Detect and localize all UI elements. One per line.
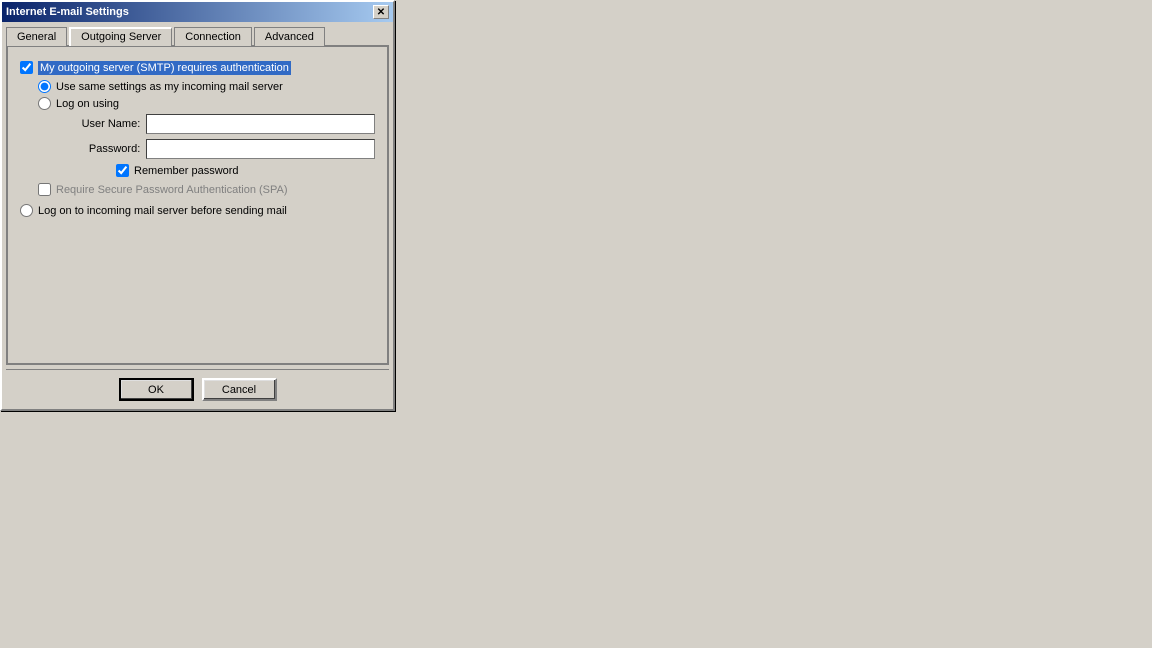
tab-advanced[interactable]: Advanced: [254, 27, 325, 46]
smtp-auth-row: My outgoing server (SMTP) requires authe…: [20, 61, 375, 74]
username-input[interactable]: [146, 114, 375, 134]
radio-group: Use same settings as my incoming mail se…: [38, 80, 375, 177]
remember-password-checkbox[interactable]: [116, 164, 129, 177]
title-bar: Internet E-mail Settings ✕: [2, 2, 393, 22]
spa-label: Require Secure Password Authentication (…: [56, 184, 288, 196]
credentials-group: User Name: Password:: [74, 114, 375, 159]
tab-outgoing-server[interactable]: Outgoing Server: [69, 27, 172, 46]
use-same-radio[interactable]: [38, 80, 51, 93]
smtp-auth-label: My outgoing server (SMTP) requires authe…: [38, 62, 291, 74]
spa-checkbox[interactable]: [38, 183, 51, 196]
dialog-window: Internet E-mail Settings ✕ General Outgo…: [0, 0, 395, 411]
smtp-auth-checkbox[interactable]: [20, 61, 33, 74]
dialog-buttons: OK Cancel: [6, 369, 389, 409]
tab-content: My outgoing server (SMTP) requires authe…: [6, 45, 389, 365]
spa-row: Require Secure Password Authentication (…: [38, 183, 375, 196]
logon-incoming-row: Log on to incoming mail server before se…: [20, 204, 375, 217]
password-label: Password:: [74, 143, 140, 155]
cancel-button[interactable]: Cancel: [202, 378, 277, 401]
logon-incoming-radio[interactable]: [20, 204, 33, 217]
use-same-settings-row: Use same settings as my incoming mail se…: [38, 80, 375, 93]
tab-connection[interactable]: Connection: [174, 27, 252, 46]
password-input[interactable]: [146, 139, 375, 159]
outgoing-server-content: My outgoing server (SMTP) requires authe…: [18, 57, 377, 221]
remember-password-row: Remember password: [116, 164, 375, 177]
tab-general[interactable]: General: [6, 27, 67, 46]
username-row: User Name:: [74, 114, 375, 134]
logon-incoming-label: Log on to incoming mail server before se…: [38, 205, 287, 217]
close-button[interactable]: ✕: [373, 5, 389, 19]
remember-password-label: Remember password: [134, 165, 239, 177]
log-on-label: Log on using: [56, 98, 119, 110]
log-on-row: Log on using: [38, 97, 375, 110]
window-title: Internet E-mail Settings: [6, 6, 129, 18]
use-same-label: Use same settings as my incoming mail se…: [56, 81, 283, 93]
log-on-radio[interactable]: [38, 97, 51, 110]
ok-button[interactable]: OK: [119, 378, 194, 401]
password-row: Password:: [74, 139, 375, 159]
tabs-bar: General Outgoing Server Connection Advan…: [2, 22, 393, 45]
username-label: User Name:: [74, 118, 140, 130]
